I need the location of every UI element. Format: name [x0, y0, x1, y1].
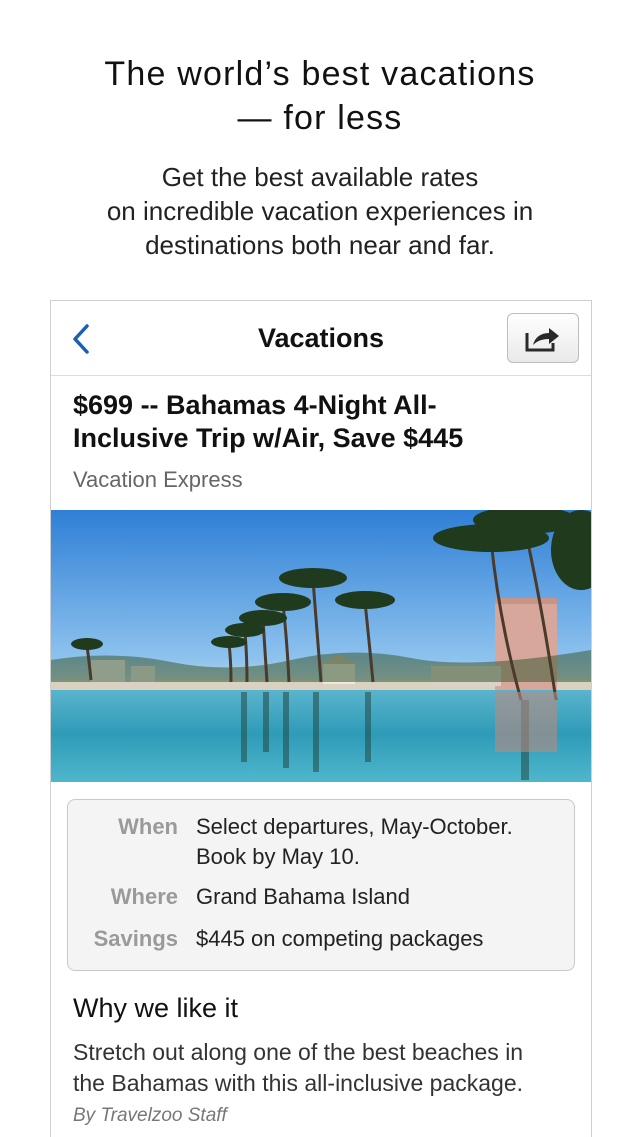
hero-subtitle-line1: Get the best available rates: [161, 162, 479, 192]
details-box: When Select departures, May-October. Boo…: [67, 799, 575, 971]
why-title: Why we like it: [73, 993, 239, 1023]
deal-photo: [51, 510, 591, 782]
deal-title[interactable]: $699 -- Bahamas 4-Night All- Inclusive T…: [73, 389, 563, 455]
hero-title: The world’s best vacations — for less: [0, 52, 640, 140]
phone-screen: Vacations $699 -- Bahamas 4-Night All- I…: [50, 300, 592, 1137]
where-label: Where: [110, 884, 178, 909]
byline: By Travelzoo Staff: [73, 1105, 227, 1126]
hero-subtitle-line3: destinations both near and far.: [145, 230, 495, 260]
savings-value: $445 on competing packages: [196, 926, 484, 951]
share-button[interactable]: [507, 313, 579, 363]
share-icon: [525, 328, 559, 352]
hero-subtitle-line2: on incredible vacation experiences in: [106, 196, 534, 226]
hero-title-line1: The world’s best vacations: [104, 55, 536, 93]
deal-title-line1: $699 -- Bahamas 4-Night All-: [73, 390, 437, 420]
savings-label: Savings: [93, 926, 178, 951]
deal-title-line2: Inclusive Trip w/Air, Save $445: [73, 423, 464, 453]
why-text-line1: Stretch out along one of the best beache…: [73, 1039, 524, 1065]
back-button[interactable]: [65, 319, 97, 359]
provider-name: Vacation Express: [73, 467, 243, 492]
when-value: Select departures, May-October. Book by …: [196, 812, 566, 872]
navbar: Vacations: [51, 301, 591, 376]
hero-title-line2: — for less: [237, 99, 403, 137]
chevron-left-icon: [73, 324, 89, 354]
hero-subtitle: Get the best available rates on incredib…: [0, 160, 640, 262]
when-value-line2: Book by May 10.: [196, 844, 360, 869]
why-text: Stretch out along one of the best beache…: [73, 1037, 573, 1099]
when-value-line1: Select departures, May-October.: [196, 814, 513, 839]
when-label: When: [118, 814, 178, 839]
where-value: Grand Bahama Island: [196, 884, 411, 909]
why-text-line2: the Bahamas with this all-inclusive pack…: [73, 1070, 524, 1096]
